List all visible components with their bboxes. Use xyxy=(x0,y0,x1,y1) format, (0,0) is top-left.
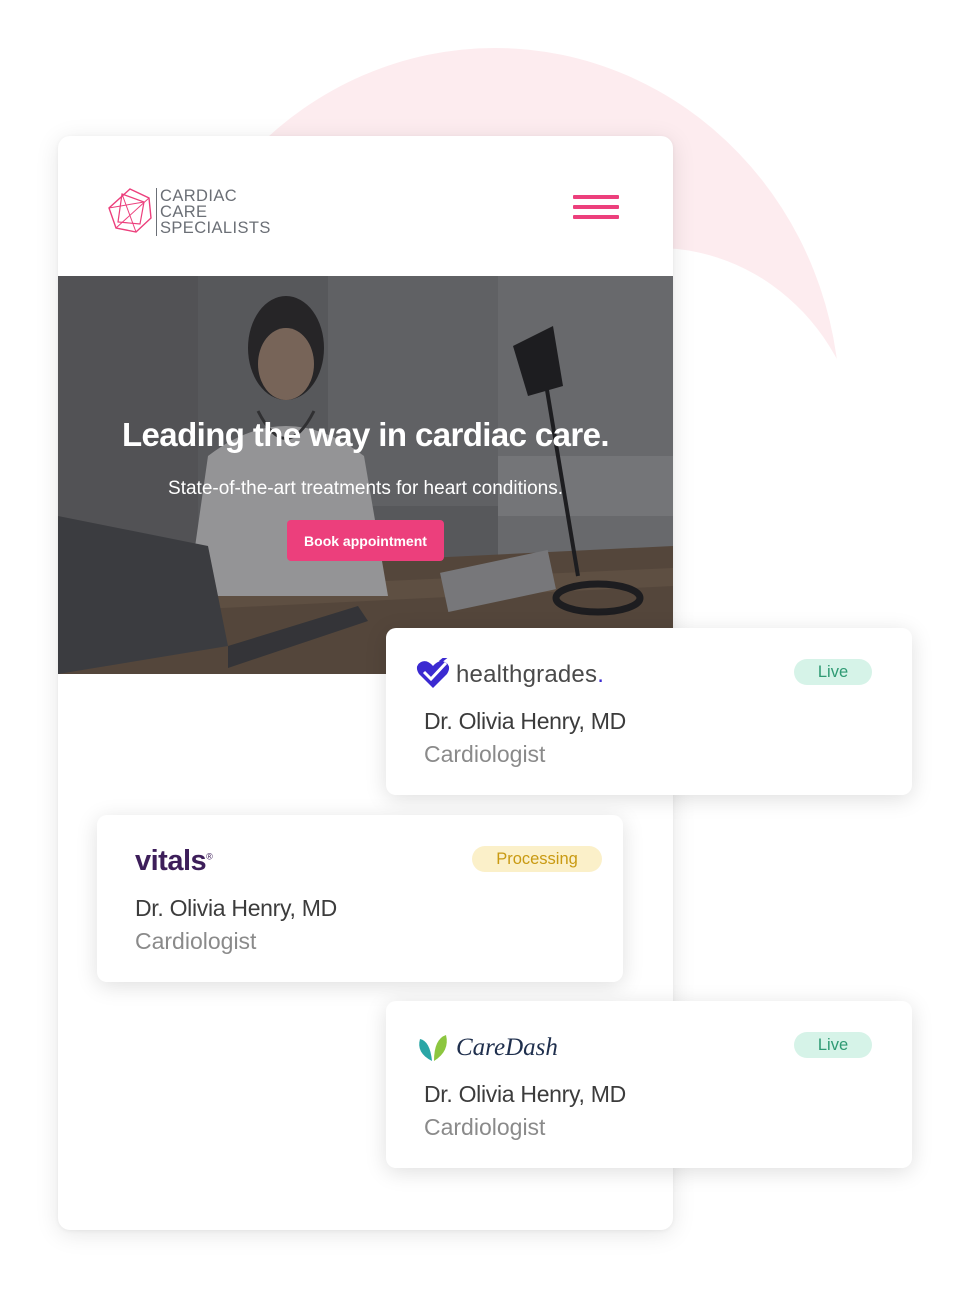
doctor-name: Dr. Olivia Henry, MD xyxy=(135,895,337,921)
logo-wordmark: CARDIAC CARE SPECIALISTS xyxy=(156,188,271,236)
doctor-name: Dr. Olivia Henry, MD xyxy=(424,708,626,734)
logo-line-3: SPECIALISTS xyxy=(160,219,271,237)
book-appointment-button[interactable]: Book appointment xyxy=(287,520,444,561)
doctor-specialty: Cardiologist xyxy=(135,928,257,954)
caredash-wordmark: CareDash xyxy=(456,1034,558,1061)
healthgrades-heart-icon xyxy=(416,652,451,688)
vitals-logo: vitals® xyxy=(135,845,213,877)
hamburger-menu-icon[interactable] xyxy=(573,195,619,223)
logo-line-1: CARDIAC xyxy=(160,187,238,205)
hero-section: Leading the way in cardiac care. State-o… xyxy=(58,276,673,674)
listing-card-caredash[interactable]: CareDash Live Dr. Olivia Henry, MD Cardi… xyxy=(386,1001,912,1168)
status-badge: Live xyxy=(794,659,872,685)
site-logo[interactable]: CARDIAC CARE SPECIALISTS xyxy=(106,186,286,236)
caredash-logo: CareDash xyxy=(416,1031,558,1065)
listing-card-healthgrades[interactable]: healthgrades. Live Dr. Olivia Henry, MD … xyxy=(386,628,912,795)
listing-card-vitals[interactable]: vitals® Processing Dr. Olivia Henry, MD … xyxy=(97,815,623,982)
hero-overlay xyxy=(58,276,673,674)
doctor-name: Dr. Olivia Henry, MD xyxy=(424,1081,626,1107)
hero-title: Leading the way in cardiac care. xyxy=(122,416,610,453)
hero-subtitle: State-of-the-art treatments for heart co… xyxy=(168,478,563,499)
doctor-specialty: Cardiologist xyxy=(424,741,546,767)
status-badge: Processing xyxy=(472,846,602,872)
caredash-leaf-icon xyxy=(419,1035,447,1061)
status-badge: Live xyxy=(794,1032,872,1058)
healthgrades-wordmark: healthgrades. xyxy=(456,661,605,688)
healthgrades-logo: healthgrades. xyxy=(416,652,604,692)
logo-line-2: CARE xyxy=(160,203,208,221)
doctor-specialty: Cardiologist xyxy=(424,1114,546,1140)
geometric-heart-logo-icon xyxy=(108,188,152,233)
